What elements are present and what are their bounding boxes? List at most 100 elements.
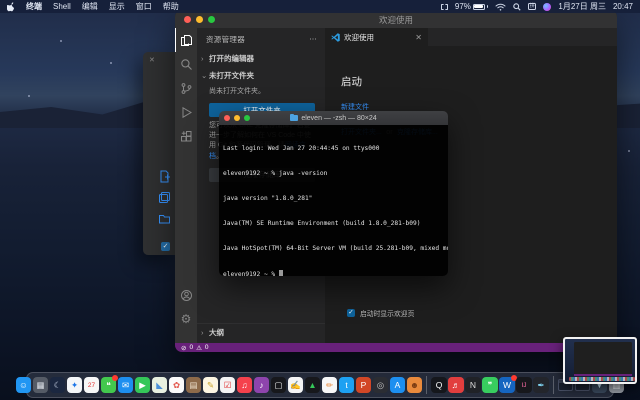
dock-item-tv[interactable]: ▢ (271, 377, 287, 393)
menu-help[interactable]: 帮助 (163, 1, 179, 12)
terminal-line: eleven9192 ~ % java -version (223, 170, 444, 178)
dock-item-finder[interactable]: ☺ (16, 377, 32, 393)
terminal-cursor (279, 270, 283, 276)
terminal-line: java version "1.8.0_281" (223, 195, 444, 203)
apple-menu-icon[interactable] (7, 2, 16, 12)
wifi-icon[interactable] (495, 3, 506, 11)
new-file-link[interactable]: 新建文件 (341, 104, 369, 111)
dock-item-twitter[interactable]: t (339, 377, 355, 393)
menu-terminal[interactable]: 终端 (26, 1, 42, 12)
show-welcome-checkbox-row[interactable]: ✓ 启动时显示欢迎页 (347, 308, 414, 318)
dock-separator (553, 376, 554, 394)
menu-window[interactable]: 窗口 (136, 1, 152, 12)
dock-item-pages[interactable]: ✏ (322, 377, 338, 393)
open-editors-section[interactable]: ›打开的编辑器 (197, 49, 325, 66)
dock-item-podcasts[interactable]: ♪ (254, 377, 270, 393)
dock-item-music[interactable]: ♫ (237, 377, 253, 393)
menu-bar-date[interactable]: 1月27日 周三 (558, 1, 606, 12)
vscode-logo-icon (331, 33, 340, 42)
terminal-window[interactable]: eleven — -zsh — 80×24 Last login: Wed Ja… (219, 111, 448, 276)
menu-edit[interactable]: 编辑 (82, 1, 98, 12)
screenshot-preview-thumbnail[interactable] (563, 337, 637, 384)
outline-section[interactable]: ›大纲 (197, 323, 325, 341)
status-bar[interactable]: ⊘ 0 ⚠ 0 (175, 343, 617, 352)
run-debug-icon[interactable] (175, 100, 197, 124)
dock-item-dark-utility[interactable]: N (465, 377, 481, 393)
thumbnail-mini-dock (569, 377, 635, 381)
input-source-icon[interactable]: 拼 (528, 3, 536, 10)
terminal-titlebar[interactable]: eleven — -zsh — 80×24 (219, 111, 448, 125)
dock-item-app-store[interactable]: A (390, 377, 406, 393)
dock-item-messages[interactable]: ❝ (101, 377, 117, 393)
account-icon[interactable] (175, 283, 197, 307)
dock-item-photos[interactable]: ✿ (169, 377, 185, 393)
terminal-prompt-line: eleven9192 ~ % (223, 270, 444, 276)
start-heading: 启动 (341, 74, 438, 89)
dock-item-wechat[interactable]: ❞ (482, 377, 498, 393)
tab-welcome[interactable]: 欢迎使用 ✕ (325, 28, 428, 46)
search-icon[interactable] (175, 52, 197, 76)
dock-item-facetime[interactable]: ▶ (135, 377, 151, 393)
dock-item-dark-wallpaper-app[interactable]: ☾ (50, 377, 66, 393)
thumbnail-mini-window (574, 342, 632, 376)
dock-item-qq[interactable]: Q (431, 377, 447, 393)
warnings-count: 0 (205, 344, 209, 351)
explorer-actions-icon[interactable]: ⋯ (309, 34, 317, 45)
settings-gear-icon[interactable]: ⚙ (175, 307, 197, 331)
dock-item-books[interactable]: ▤ (186, 377, 202, 393)
dock-item-intellij-idea[interactable]: IJ (516, 377, 532, 393)
explorer-header: 资源管理器 (206, 34, 245, 45)
tab-label: 欢迎使用 (344, 32, 411, 43)
dock-item-mail[interactable]: ✉ (118, 377, 134, 393)
dock-item-safari[interactable]: ✦ (67, 377, 83, 393)
close-icon[interactable]: ✕ (149, 56, 155, 64)
dock-item-news[interactable]: ✍ (288, 377, 304, 393)
warnings-icon: ⚠ (196, 344, 202, 352)
dock-item-notes[interactable]: ✎ (203, 377, 219, 393)
terminal-line: Java HotSpot(TM) 64-Bit Server VM (build… (223, 245, 444, 253)
window-title: 欢迎使用 (175, 14, 617, 26)
menu-view[interactable]: 显示 (109, 1, 125, 12)
menu-bar: 终端 Shell 编辑 显示 窗口 帮助 97% 拼 1月27日 周三 20:4… (0, 0, 640, 13)
open-folder-icon[interactable] (158, 212, 171, 225)
spotlight-search-icon[interactable] (513, 3, 521, 11)
activity-bar: ⚙ (175, 28, 197, 343)
extensions-icon[interactable] (175, 124, 197, 148)
dock-item-netease-music[interactable]: ♬ (448, 377, 464, 393)
dock-item-stocks[interactable]: ▲ (305, 377, 321, 393)
terminal-line: Java(TM) SE Runtime Environment (build 1… (223, 220, 444, 228)
new-file-icon[interactable] (158, 170, 171, 183)
dock-item-game-app[interactable]: ☻ (407, 377, 423, 393)
dock: ☺▦☾✦27❝✉▶◣✿▤✎☑♫♪▢✍▲✏tP◎A☻Q♬N❞WIJ✒▼▥ (26, 372, 614, 398)
no-folder-section[interactable]: ⌄未打开文件夹 (197, 66, 325, 83)
dock-item-launchpad[interactable]: ▦ (33, 377, 49, 393)
no-folder-text: 尚未打开文件夹。 (197, 83, 325, 97)
folder-icon (290, 115, 298, 121)
battery-indicator[interactable]: 97% (455, 2, 489, 11)
dock-item-camera-app[interactable]: ◎ (373, 377, 389, 393)
background-window[interactable]: ✕ ✓ (143, 52, 176, 255)
terminal-output[interactable]: Last login: Wed Jan 27 20:44:45 on ttys0… (219, 125, 448, 276)
source-control-icon[interactable] (175, 76, 197, 100)
tab-bar: 欢迎使用 ✕ (325, 28, 617, 46)
dock-item-powerpoint[interactable]: P (356, 377, 372, 393)
checkbox-checked-icon[interactable]: ✓ (347, 309, 355, 317)
menu-shell[interactable]: Shell (53, 2, 71, 11)
dock-item-reminders[interactable]: ☑ (220, 377, 236, 393)
screenshot-icon[interactable] (441, 4, 448, 10)
tab-close-icon[interactable]: ✕ (415, 33, 422, 42)
background-checkbox[interactable]: ✓ (161, 242, 170, 251)
terminal-line: Last login: Wed Jan 27 20:44:45 on ttys0… (223, 145, 444, 153)
dock-item-code-editor[interactable]: ✒ (533, 377, 549, 393)
dock-item-calendar[interactable]: 27 (84, 377, 100, 393)
dock-item-word[interactable]: W (499, 377, 515, 393)
dock-item-maps[interactable]: ◣ (152, 377, 168, 393)
show-welcome-label: 启动时显示欢迎页 (360, 308, 414, 318)
errors-icon: ⊘ (181, 344, 186, 352)
new-window-icon[interactable] (158, 191, 171, 204)
terminal-title: eleven — -zsh — 80×24 (301, 115, 376, 122)
menu-bar-clock[interactable]: 20:47 (613, 2, 633, 11)
errors-count: 0 (189, 344, 193, 351)
siri-icon[interactable] (543, 3, 551, 11)
explorer-icon[interactable] (175, 28, 197, 52)
